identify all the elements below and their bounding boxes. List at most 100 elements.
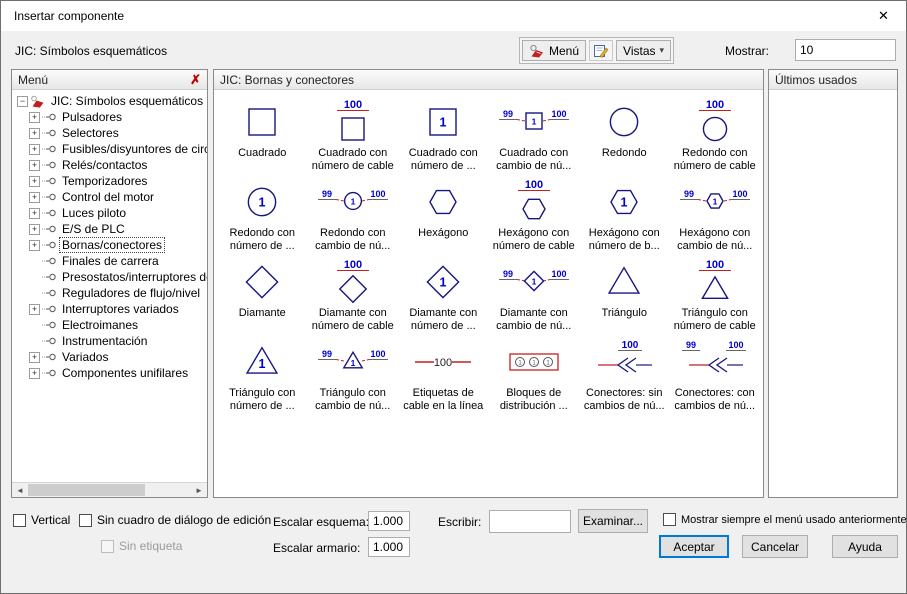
expand-box[interactable]: + — [29, 239, 40, 251]
tree-item[interactable]: Finales de carrera — [17, 253, 207, 269]
no-tag-label: Sin etiqueta — [119, 539, 183, 553]
symbol-item[interactable]: Cuadrado — [217, 97, 308, 175]
tree-item[interactable]: + Interruptores variados — [17, 301, 207, 317]
cancel-button[interactable]: Cancelar — [742, 535, 808, 558]
expand-box[interactable]: + — [29, 159, 40, 171]
close-button[interactable]: ✕ — [861, 1, 906, 30]
symbol-item[interactable]: 99 100 1 Hexágono con cambio de nú... — [670, 177, 761, 255]
symbol-item[interactable]: Triángulo — [579, 257, 670, 335]
scroll-right-arrow[interactable]: ► — [191, 483, 207, 497]
display-edit-button[interactable] — [589, 40, 614, 61]
svg-text:1: 1 — [440, 276, 447, 290]
ok-button[interactable]: Aceptar — [659, 535, 729, 558]
type-it-input[interactable] — [489, 510, 571, 533]
component-icon — [42, 145, 56, 153]
browse-button[interactable]: Examinar... — [578, 509, 648, 533]
always-show-menu-checkbox[interactable]: Mostrar siempre el menú usado anteriorme… — [663, 513, 907, 526]
expand-box[interactable]: + — [29, 303, 40, 315]
tree-item[interactable]: Instrumentación — [17, 333, 207, 349]
always-show-menu-checkbox-box — [663, 513, 676, 526]
symbol-item[interactable]: 99 100 1 Redondo con cambio de nú... — [308, 177, 399, 255]
tree-item-label: Relés/contactos — [62, 158, 148, 172]
tree-item[interactable]: + Relés/contactos — [17, 157, 207, 173]
show-count-input[interactable] — [795, 39, 896, 61]
insert-component-dialog: Insertar componente ✕ JIC: Símbolos esqu… — [0, 0, 907, 594]
collapse-box[interactable]: − — [17, 95, 28, 107]
tree-item-label: Temporizadores — [62, 174, 148, 188]
scroll-thumb[interactable] — [28, 484, 146, 496]
expand-box[interactable]: + — [29, 351, 40, 363]
tree-item[interactable]: + Temporizadores — [17, 173, 207, 189]
symbol-item[interactable]: Hexágono — [398, 177, 489, 255]
scale-schematic-input[interactable] — [368, 511, 410, 531]
symbol-item[interactable]: 99 100 Conectores: con cambios de nú... — [670, 337, 761, 415]
symbol-item[interactable]: 100 Etiquetas de cable en la línea — [398, 337, 489, 415]
symbol-item[interactable]: 100 Cuadrado con número de cable — [308, 97, 399, 175]
expand-box[interactable]: + — [29, 223, 40, 235]
symbol-item[interactable]: 99 100 1 Triángulo con cambio de nú... — [308, 337, 399, 415]
no-edit-dialog-checkbox-box — [79, 513, 92, 527]
no-edit-dialog-checkbox[interactable]: Sin cuadro de diálogo de edición — [79, 513, 271, 527]
grid-header-label: JIC: Bornas y conectores — [220, 72, 355, 87]
symbol-item[interactable]: 100 Hexágono con número de cable — [489, 177, 580, 255]
svg-text:1: 1 — [546, 361, 550, 367]
tree-item[interactable]: + Control del motor — [17, 189, 207, 205]
expand-box[interactable]: + — [29, 143, 40, 155]
tree-item[interactable]: + Luces piloto — [17, 205, 207, 221]
tree-item[interactable]: Reguladores de flujo/nivel — [17, 285, 207, 301]
expand-box[interactable]: + — [29, 207, 40, 219]
symbol-item[interactable]: 1 Diamante con número de ... — [398, 257, 489, 335]
symbol-item[interactable]: 1 1 1 Bloques de distribución ... — [489, 337, 580, 415]
component-icon — [42, 177, 56, 185]
scale-panel-input[interactable] — [368, 537, 410, 557]
expand-box[interactable]: + — [29, 191, 40, 203]
tree-item[interactable]: + Selectores — [17, 125, 207, 141]
tree-item[interactable]: + Variados — [17, 349, 207, 365]
recently-used-panel: Últimos usados — [768, 69, 898, 498]
vertical-label: Vertical — [31, 513, 71, 527]
symbol-item[interactable]: 1 Cuadrado con número de ... — [398, 97, 489, 175]
tree-item[interactable]: Electroimanes — [17, 317, 207, 333]
svg-text:1: 1 — [532, 361, 536, 367]
symbol-item[interactable]: 99 100 1 Diamante con cambio de nú... — [489, 257, 580, 335]
menu-button[interactable]: Menú — [522, 40, 587, 61]
square-change-icon: 99 100 1 — [493, 97, 575, 147]
scroll-left-arrow[interactable]: ◄ — [12, 483, 28, 497]
symbol-label: Redondo con número de ... — [229, 227, 295, 253]
tree-item[interactable]: + Bornas/conectores — [17, 237, 207, 253]
symbol-item[interactable]: 100 Triángulo con número de cable — [670, 257, 761, 335]
symbol-label: Hexágono — [418, 227, 469, 239]
tree-root-item[interactable]: − JIC: Símbolos esquemáticos — [17, 93, 207, 109]
symbol-item[interactable]: 1 Redondo con número de ... — [217, 177, 308, 255]
tri-wire-icon: 100 — [674, 257, 756, 307]
symbol-item[interactable]: Diamante — [217, 257, 308, 335]
symbol-item[interactable]: 100 Diamante con número de cable — [308, 257, 399, 335]
svg-text:1: 1 — [259, 357, 266, 371]
tree-item[interactable]: Presostatos/interruptores de — [17, 269, 207, 285]
symbol-item[interactable]: 100 Redondo con número de cable — [670, 97, 761, 175]
tree-horizontal-scrollbar[interactable]: ◄ ► — [12, 482, 207, 497]
symbol-item[interactable]: Redondo — [579, 97, 670, 175]
conn-plain-icon: 100 — [583, 337, 665, 387]
vertical-checkbox[interactable]: Vertical — [13, 513, 70, 527]
hex-wire-icon: 100 — [493, 177, 575, 227]
tree-item[interactable]: + Fusibles/disyuntores de circu — [17, 141, 207, 157]
component-icon — [42, 273, 56, 281]
expand-box[interactable]: + — [29, 367, 40, 379]
symbol-item[interactable]: 100 Conectores: sin cambios de nú... — [579, 337, 670, 415]
symbol-label: Bloques de distribución ... — [499, 387, 568, 413]
tree-item[interactable]: + Componentes unifilares — [17, 365, 207, 381]
tree-item[interactable]: + E/S de PLC — [17, 221, 207, 237]
svg-text:1: 1 — [712, 197, 717, 207]
symbol-item[interactable]: 1 Triángulo con número de ... — [217, 337, 308, 415]
symbol-item[interactable]: 1 Hexágono con número de b... — [579, 177, 670, 255]
expand-box[interactable]: + — [29, 111, 40, 123]
expand-box[interactable]: + — [29, 175, 40, 187]
symbol-item[interactable]: 99 100 1 Cuadrado con cambio de nú... — [489, 97, 580, 175]
expand-box[interactable]: + — [29, 127, 40, 139]
help-button[interactable]: Ayuda — [832, 535, 898, 558]
tree-item[interactable]: + Pulsadores — [17, 109, 207, 125]
views-button[interactable]: Vistas ▾ — [616, 40, 672, 61]
scroll-track[interactable] — [28, 483, 191, 497]
tree-close-icon[interactable]: ✗ — [190, 72, 201, 88]
